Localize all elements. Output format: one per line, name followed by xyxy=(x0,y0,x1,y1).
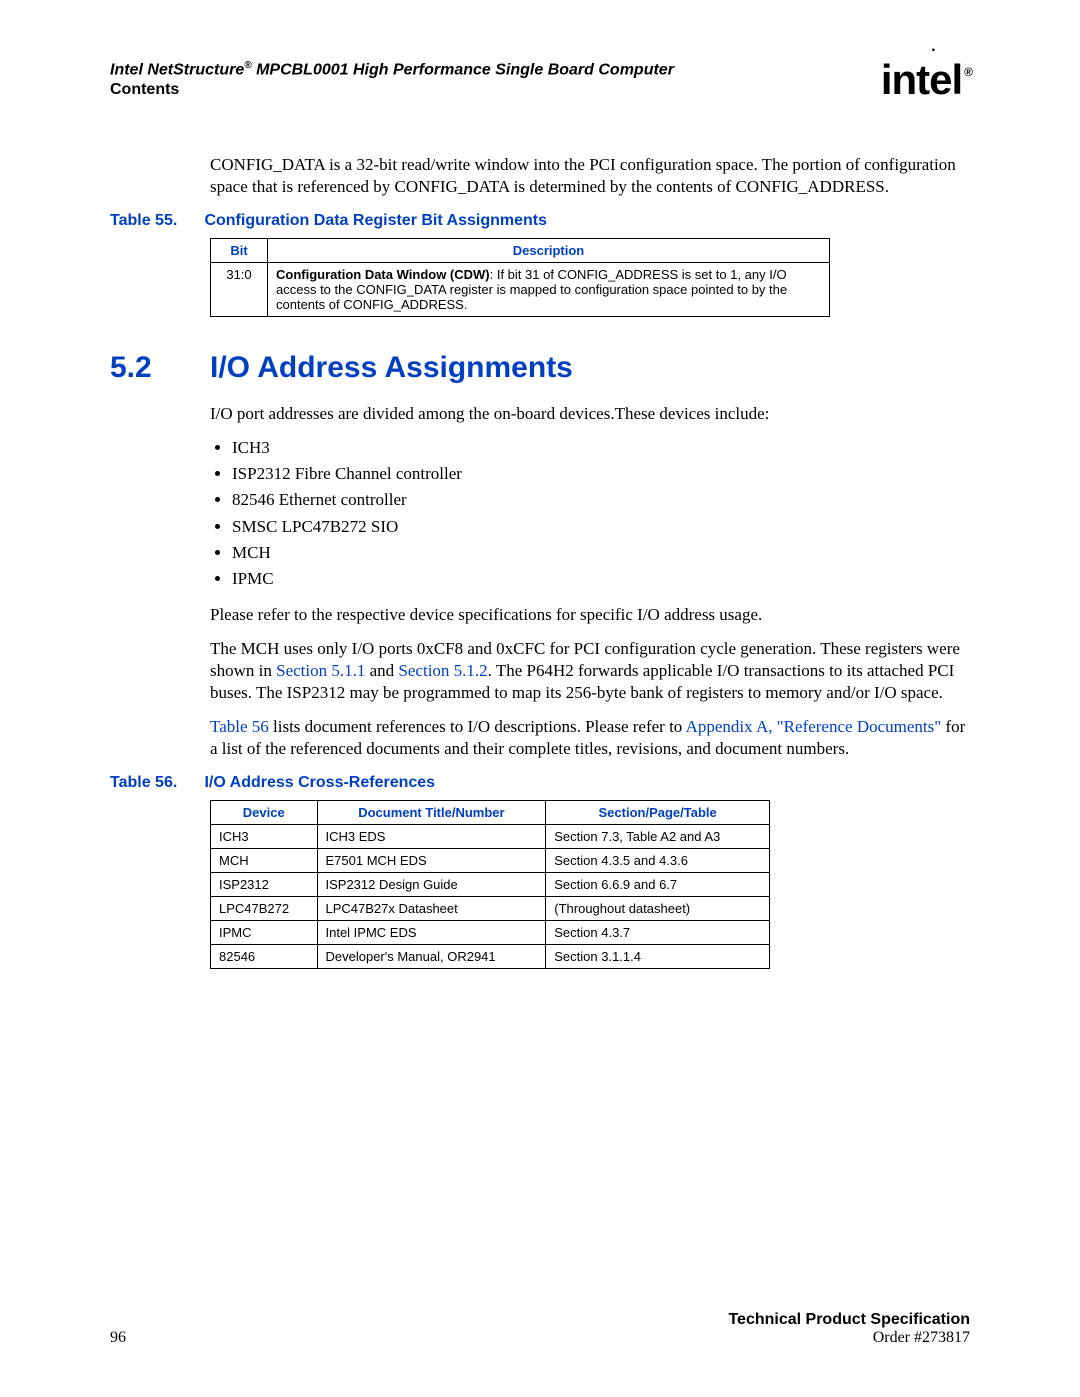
table-row: LPC47B272 LPC47B27x Datasheet (Throughou… xyxy=(211,897,770,921)
table-56-caption: Table 56. I/O Address Cross-References xyxy=(110,774,970,792)
header-title-block: Intel NetStructure® MPCBL0001 High Perfo… xyxy=(110,60,674,100)
list-item: IPMC xyxy=(232,568,970,590)
table-header-device: Device xyxy=(211,801,318,825)
list-item: 82546 Ethernet controller xyxy=(232,489,970,511)
table-header-document: Document Title/Number xyxy=(317,801,546,825)
footer-right: Technical Product Specification Order #2… xyxy=(728,1311,970,1347)
section-heading: 5.2I/O Address Assignments xyxy=(110,351,970,385)
device-list: ICH3 ISP2312 Fibre Channel controller 82… xyxy=(210,437,970,590)
logo-registered-mark: ® xyxy=(964,65,972,79)
table-55-label: Table 55. xyxy=(110,212,200,230)
list-item: SMSC LPC47B272 SIO xyxy=(232,516,970,538)
page-header: Intel NetStructure® MPCBL0001 High Perfo… xyxy=(110,60,970,108)
registered-mark: ® xyxy=(244,60,251,71)
table-row: MCH E7501 MCH EDS Section 4.3.5 and 4.3.… xyxy=(211,849,770,873)
table-row: Bit Description xyxy=(211,239,830,263)
list-item: ISP2312 Fibre Channel controller xyxy=(232,463,970,485)
bit-description: Configuration Data Window (CDW): If bit … xyxy=(268,263,830,317)
config-data-paragraph: CONFIG_DATA is a 32-bit read/write windo… xyxy=(210,154,970,198)
table-row: 82546 Developer's Manual, OR2941 Section… xyxy=(211,945,770,969)
table56-ref-paragraph: Table 56 lists document references to I/… xyxy=(210,716,970,760)
table-header-description: Description xyxy=(268,239,830,263)
link-section-5-1-1[interactable]: Section 5.1.1 xyxy=(276,661,365,680)
logo-text: inte.l xyxy=(881,56,962,103)
section-number: 5.2 xyxy=(110,351,210,385)
list-item: ICH3 xyxy=(232,437,970,459)
page-footer: 96 Technical Product Specification Order… xyxy=(110,1311,970,1347)
header-subtitle: Contents xyxy=(110,81,179,98)
table-56-label: Table 56. xyxy=(110,774,200,792)
table-55-caption: Table 55. Configuration Data Register Bi… xyxy=(110,212,970,230)
intel-logo: inte.l® xyxy=(881,56,970,104)
table-header-bit: Bit xyxy=(211,239,268,263)
link-appendix-a[interactable]: Appendix A, "Reference Documents" xyxy=(686,717,942,736)
list-item: MCH xyxy=(232,542,970,564)
table-56-title: I/O Address Cross-References xyxy=(204,774,435,791)
link-table-56[interactable]: Table 56 xyxy=(210,717,269,736)
table-row: Device Document Title/Number Section/Pag… xyxy=(211,801,770,825)
footer-tps: Technical Product Specification xyxy=(728,1311,970,1329)
product-line-suffix: MPCBL0001 High Performance Single Board … xyxy=(252,61,674,78)
link-section-5-1-2[interactable]: Section 5.1.2 xyxy=(398,661,487,680)
page-number: 96 xyxy=(110,1329,126,1347)
footer-order: Order #273817 xyxy=(728,1329,970,1347)
mch-paragraph: The MCH uses only I/O ports 0xCF8 and 0x… xyxy=(210,638,970,704)
table-56: Device Document Title/Number Section/Pag… xyxy=(210,800,770,969)
table-header-section: Section/Page/Table xyxy=(546,801,770,825)
bit-range: 31:0 xyxy=(211,263,268,317)
table-row: 31:0 Configuration Data Window (CDW): If… xyxy=(211,263,830,317)
refer-paragraph: Please refer to the respective device sp… xyxy=(210,604,970,626)
table-55-title: Configuration Data Register Bit Assignme… xyxy=(204,212,547,229)
table-55: Bit Description 31:0 Configuration Data … xyxy=(210,238,830,317)
section-title: I/O Address Assignments xyxy=(210,351,573,384)
table-row: ICH3 ICH3 EDS Section 7.3, Table A2 and … xyxy=(211,825,770,849)
io-intro-paragraph: I/O port addresses are divided among the… xyxy=(210,403,970,425)
table-row: ISP2312 ISP2312 Design Guide Section 6.6… xyxy=(211,873,770,897)
table-row: IPMC Intel IPMC EDS Section 4.3.7 xyxy=(211,921,770,945)
product-line-prefix: Intel NetStructure xyxy=(110,61,244,78)
